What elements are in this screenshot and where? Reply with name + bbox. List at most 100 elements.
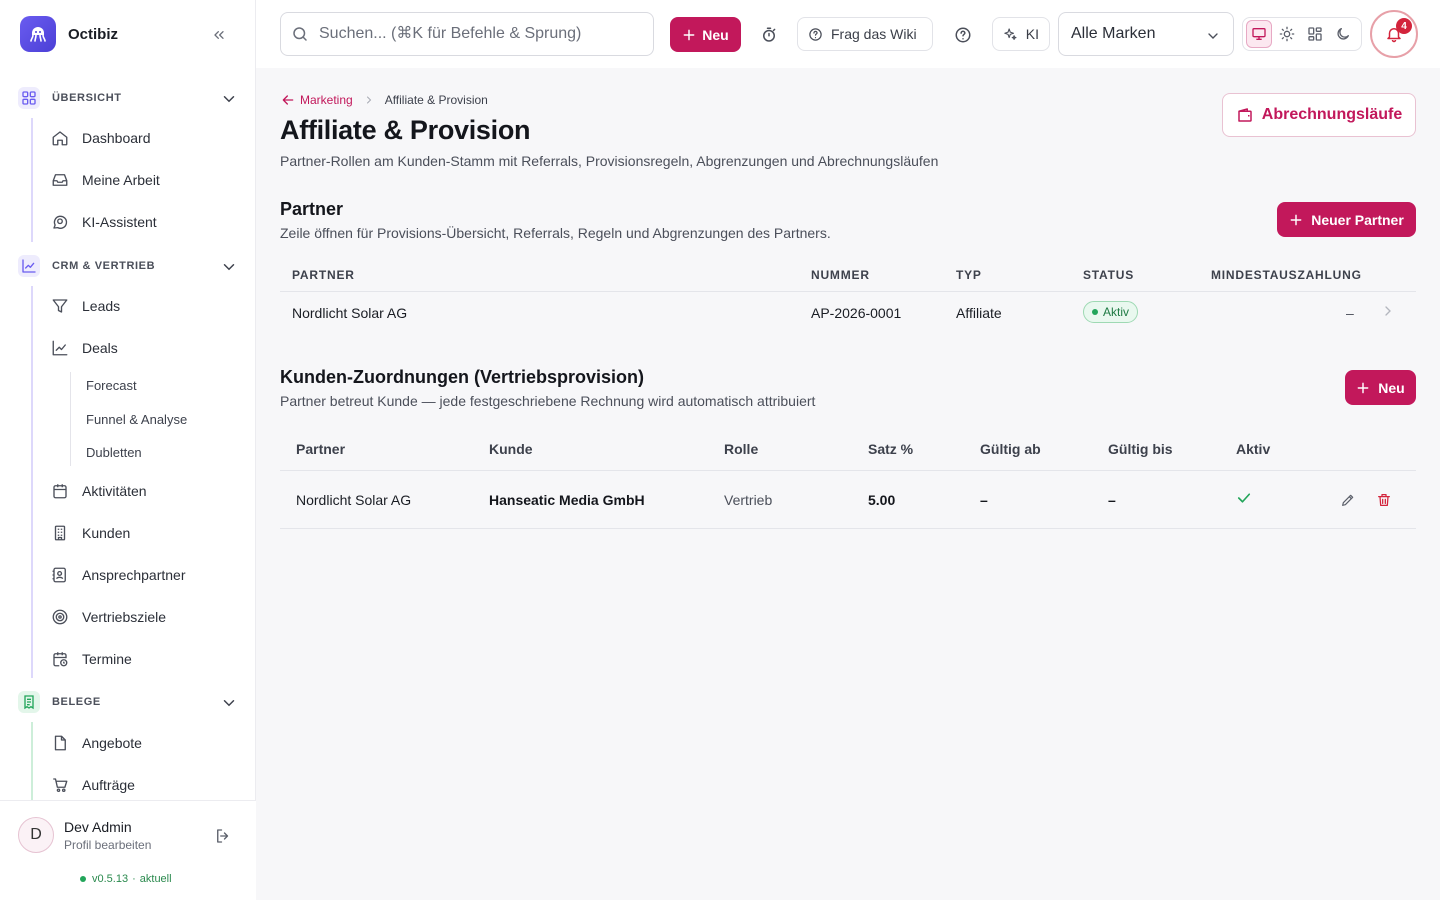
pencil-icon bbox=[1342, 494, 1354, 506]
collapse-sidebar-button[interactable] bbox=[208, 24, 230, 46]
nav-section-label: CRM & VERTRIEB bbox=[52, 260, 156, 272]
timer-button[interactable] bbox=[758, 24, 780, 46]
theme-system-button[interactable] bbox=[1246, 20, 1273, 48]
topbar: Neu Frag das Wiki KI Alle Marken 4 bbox=[256, 0, 1440, 68]
sidebar-item-dashboard[interactable]: Dashboard bbox=[48, 121, 240, 155]
sidebar-item-kunden[interactable]: Kunden bbox=[48, 516, 240, 550]
sun-icon bbox=[1279, 26, 1295, 42]
search-box[interactable] bbox=[280, 12, 654, 56]
inbox-icon bbox=[50, 170, 70, 190]
page-title: Affiliate & Provision bbox=[280, 115, 531, 145]
cell-partner: Nordlicht Solar AG bbox=[296, 492, 412, 508]
cell-gueltig-bis: – bbox=[1108, 492, 1116, 508]
column-header: Satz % bbox=[868, 441, 914, 457]
status-badge: Aktiv bbox=[1083, 301, 1139, 323]
version-info: v0.5.13 · aktuell bbox=[80, 873, 172, 885]
ask-wiki-button[interactable]: Frag das Wiki bbox=[797, 17, 933, 51]
status-dot-icon bbox=[80, 876, 86, 882]
theme-dark-button[interactable] bbox=[1330, 20, 1356, 48]
sidebar-subitem-forecast[interactable]: Forecast bbox=[86, 373, 137, 397]
brand-select[interactable]: Alle Marken bbox=[1058, 12, 1234, 56]
sidebar-item-ki-assistent[interactable]: KI-Assistent bbox=[48, 205, 240, 239]
breadcrumb-back-link[interactable]: Marketing bbox=[280, 92, 353, 108]
edit-button[interactable] bbox=[1338, 490, 1358, 510]
search-icon bbox=[293, 27, 307, 41]
billing-runs-button[interactable]: Abrechnungsläufe bbox=[1222, 93, 1416, 137]
sidebar-item-angebote[interactable]: Angebote bbox=[48, 726, 240, 760]
theme-light-button[interactable] bbox=[1274, 20, 1300, 48]
nav-section-crm-vertrieb[interactable]: CRM & VERTRIEB bbox=[18, 254, 240, 278]
help-circle-icon bbox=[955, 27, 971, 43]
new-button[interactable]: Neu bbox=[670, 17, 741, 52]
sidebar-footer: D Dev Admin Profil bearbeiten v0.5.13 · … bbox=[0, 800, 256, 900]
sidebar-item-meine-arbeit[interactable]: Meine Arbeit bbox=[48, 163, 240, 197]
sidebar-item-leads[interactable]: Leads bbox=[48, 289, 240, 323]
column-header: Gültig bis bbox=[1108, 441, 1173, 457]
file-icon bbox=[50, 733, 70, 753]
nav-section-uebersicht[interactable]: ÜBERSICHT bbox=[18, 86, 240, 110]
sidebar-subitem-dubletten[interactable]: Dubletten bbox=[86, 440, 142, 464]
sidebar-item-aktivitaeten[interactable]: Aktivitäten bbox=[48, 474, 240, 508]
help-button[interactable] bbox=[952, 24, 974, 46]
chevron-down-icon bbox=[223, 264, 235, 271]
cell-mindestauszahlung: – bbox=[1346, 305, 1354, 321]
new-assignment-button[interactable]: Neu bbox=[1345, 370, 1416, 405]
cell-nummer: AP-2026-0001 bbox=[811, 305, 902, 321]
table-row[interactable]: Nordlicht Solar AG AP-2026-0001 Affiliat… bbox=[280, 292, 1416, 332]
sidebar-item-ansprechpartner[interactable]: Ansprechpartner bbox=[48, 558, 240, 592]
search-input[interactable] bbox=[319, 25, 629, 43]
theme-layout-button[interactable] bbox=[1302, 20, 1328, 48]
column-header: NUMMER bbox=[811, 268, 870, 282]
edit-profile-link[interactable]: Profil bearbeiten bbox=[64, 838, 151, 852]
sidebar-item-vertriebsziele[interactable]: Vertriebsziele bbox=[48, 600, 240, 634]
column-header: MINDESTAUSZAHLUNG bbox=[1211, 268, 1362, 282]
delete-button[interactable] bbox=[1374, 490, 1394, 510]
receipt-icon bbox=[18, 691, 40, 713]
column-header: Partner bbox=[296, 441, 346, 457]
sidebar-item-label: Angebote bbox=[82, 735, 142, 751]
sidebar-item-auftraege[interactable]: Aufträge bbox=[48, 768, 240, 802]
cell-gueltig-ab: – bbox=[980, 492, 988, 508]
breadcrumb-parent: Marketing bbox=[300, 93, 353, 107]
column-header: Gültig ab bbox=[980, 441, 1041, 457]
plus-icon bbox=[1290, 214, 1302, 225]
sidebar-item-deals[interactable]: Deals bbox=[48, 331, 240, 365]
chevron-down-icon bbox=[223, 96, 235, 103]
column-header: Kunde bbox=[489, 441, 533, 457]
chevrons-left-icon bbox=[214, 30, 224, 39]
cell-typ: Affiliate bbox=[956, 305, 1002, 321]
column-header: Rolle bbox=[724, 441, 759, 457]
logout-button[interactable] bbox=[212, 825, 234, 847]
building-icon bbox=[50, 523, 70, 543]
sidebar-subitem-funnel-analyse[interactable]: Funnel & Analyse bbox=[86, 407, 187, 431]
assignments-table-header: Partner Kunde Rolle Satz % Gültig ab Gül… bbox=[280, 429, 1416, 471]
sidebar-item-label: Meine Arbeit bbox=[82, 172, 160, 188]
stopwatch-icon bbox=[763, 27, 776, 42]
sidebar-item-label: Termine bbox=[82, 651, 132, 667]
brand[interactable]: Octibiz bbox=[20, 16, 118, 52]
trash-icon bbox=[1378, 494, 1390, 506]
user-name[interactable]: Dev Admin bbox=[64, 819, 132, 835]
nav-tree-line bbox=[31, 722, 33, 800]
ai-button[interactable]: KI bbox=[992, 17, 1050, 51]
nav-tree-line bbox=[31, 118, 33, 242]
ask-wiki-label: Frag das Wiki bbox=[831, 26, 917, 42]
sub-tree-line bbox=[70, 372, 71, 466]
table-row: Nordlicht Solar AG Hanseatic Media GmbH … bbox=[280, 471, 1416, 529]
sidebar-item-termine[interactable]: Termine bbox=[48, 642, 240, 676]
chat-search-icon bbox=[50, 212, 70, 232]
funnel-icon bbox=[50, 296, 70, 316]
notifications-button[interactable]: 4 bbox=[1370, 10, 1418, 58]
calendar-icon bbox=[50, 481, 70, 501]
chart-line-icon bbox=[18, 255, 40, 277]
nav-section-label: ÜBERSICHT bbox=[52, 92, 122, 104]
trend-chart-icon bbox=[50, 338, 70, 358]
status-dot-icon bbox=[1092, 309, 1098, 315]
cell-rolle: Vertrieb bbox=[724, 492, 773, 508]
column-header: STATUS bbox=[1083, 268, 1135, 282]
new-partner-button[interactable]: Neuer Partner bbox=[1277, 202, 1416, 237]
sidebar-item-label: KI-Assistent bbox=[82, 214, 157, 230]
nav-section-belege[interactable]: BELEGE bbox=[18, 690, 240, 714]
plus-icon bbox=[1357, 382, 1369, 393]
avatar[interactable]: D bbox=[18, 817, 54, 853]
